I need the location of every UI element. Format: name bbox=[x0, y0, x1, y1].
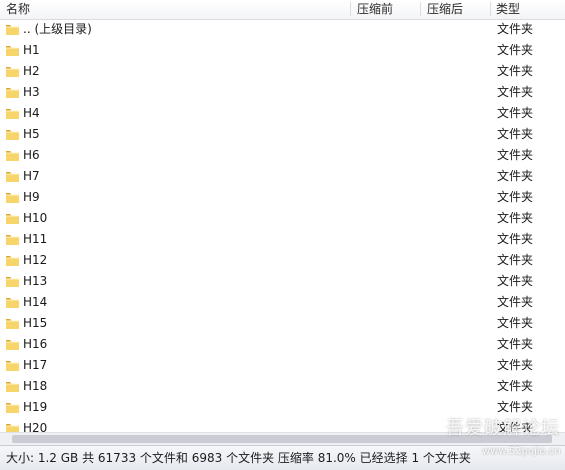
item-type: 文件夹 bbox=[497, 295, 534, 309]
list-item[interactable]: H2 文件夹 bbox=[0, 61, 565, 82]
item-type: 文件夹 bbox=[497, 274, 534, 288]
column-header: 名称 压缩前 压缩后 类型 bbox=[0, 0, 565, 20]
item-name: .. (上级目录) bbox=[23, 22, 92, 36]
column-divider[interactable] bbox=[420, 2, 421, 16]
item-name: H2 bbox=[23, 64, 40, 78]
folder-icon bbox=[5, 295, 20, 309]
item-type: 文件夹 bbox=[497, 358, 534, 372]
item-name: H15 bbox=[23, 316, 48, 330]
folder-icon bbox=[5, 232, 20, 246]
item-name: H18 bbox=[23, 379, 48, 393]
item-type: 文件夹 bbox=[497, 190, 534, 204]
item-name: H6 bbox=[23, 148, 40, 162]
folder-icon bbox=[5, 211, 20, 225]
list-item[interactable]: H6 文件夹 bbox=[0, 145, 565, 166]
item-type: 文件夹 bbox=[497, 85, 534, 99]
folder-icon bbox=[5, 379, 20, 393]
item-type: 文件夹 bbox=[497, 169, 534, 183]
item-name: H16 bbox=[23, 337, 48, 351]
list-item[interactable]: H19 文件夹 bbox=[0, 397, 565, 418]
item-name: H20 bbox=[23, 421, 48, 432]
item-type: 文件夹 bbox=[497, 43, 534, 57]
list-item[interactable]: H3 文件夹 bbox=[0, 82, 565, 103]
folder-icon bbox=[5, 190, 20, 204]
folder-icon bbox=[5, 43, 20, 57]
item-type: 文件夹 bbox=[497, 400, 534, 414]
item-name: H14 bbox=[23, 295, 48, 309]
item-type: 文件夹 bbox=[497, 253, 534, 267]
column-type-header[interactable]: 类型 bbox=[496, 2, 520, 17]
watermark-url: www.52pojie.cn bbox=[482, 446, 561, 457]
list-item[interactable]: H16 文件夹 bbox=[0, 334, 565, 355]
item-type: 文件夹 bbox=[497, 106, 534, 120]
folder-icon bbox=[5, 64, 20, 78]
item-name: H17 bbox=[23, 358, 48, 372]
item-name: H10 bbox=[23, 211, 48, 225]
list-item[interactable]: H4 文件夹 bbox=[0, 103, 565, 124]
folder-icon bbox=[5, 22, 20, 36]
item-type: 文件夹 bbox=[497, 64, 534, 78]
column-packed-header[interactable]: 压缩前 bbox=[357, 2, 393, 17]
column-divider[interactable] bbox=[350, 2, 351, 16]
folder-icon bbox=[5, 400, 20, 414]
folder-icon bbox=[5, 316, 20, 330]
column-divider[interactable] bbox=[490, 2, 491, 16]
item-type: 文件夹 bbox=[497, 337, 534, 351]
list-item[interactable]: H17 文件夹 bbox=[0, 355, 565, 376]
list-item[interactable]: H5 文件夹 bbox=[0, 124, 565, 145]
item-type: 文件夹 bbox=[497, 148, 534, 162]
item-name: H19 bbox=[23, 400, 48, 414]
item-type: 文件夹 bbox=[497, 211, 534, 225]
folder-icon bbox=[5, 169, 20, 183]
list-item[interactable]: H7 文件夹 bbox=[0, 166, 565, 187]
column-unpacked-header[interactable]: 压缩后 bbox=[427, 2, 463, 17]
folder-icon bbox=[5, 106, 20, 120]
file-list[interactable]: .. (上级目录) 文件夹 H1 文件夹 H2 文件夹 H3 文件夹 H4 文件夹 H5 文件夹 H6 文… bbox=[0, 19, 565, 432]
status-text: 大小: 1.2 GB 共 61733 个文件和 6983 个文件夹 压缩率 81… bbox=[6, 451, 471, 465]
item-name: H3 bbox=[23, 85, 40, 99]
list-item[interactable]: H12 文件夹 bbox=[0, 250, 565, 271]
list-item[interactable]: H18 文件夹 bbox=[0, 376, 565, 397]
item-name: H5 bbox=[23, 127, 40, 141]
watermark-logo: 吾爱破解论坛 bbox=[446, 418, 560, 439]
list-item[interactable]: H15 文件夹 bbox=[0, 313, 565, 334]
item-name: H7 bbox=[23, 169, 40, 183]
item-name: H13 bbox=[23, 274, 48, 288]
item-name: H9 bbox=[23, 190, 40, 204]
folder-icon bbox=[5, 421, 20, 432]
list-item[interactable]: H1 文件夹 bbox=[0, 40, 565, 61]
status-bar: 大小: 1.2 GB 共 61733 个文件和 6983 个文件夹 压缩率 81… bbox=[0, 445, 565, 470]
folder-icon bbox=[5, 127, 20, 141]
item-type: 文件夹 bbox=[497, 127, 534, 141]
list-item[interactable]: H11 文件夹 bbox=[0, 229, 565, 250]
item-type: 文件夹 bbox=[497, 22, 534, 36]
item-name: H11 bbox=[23, 232, 48, 246]
folder-icon bbox=[5, 337, 20, 351]
list-item[interactable]: H14 文件夹 bbox=[0, 292, 565, 313]
item-name: H1 bbox=[23, 43, 40, 57]
item-name: H4 bbox=[23, 106, 40, 120]
folder-icon bbox=[5, 148, 20, 162]
list-item[interactable]: H9 文件夹 bbox=[0, 187, 565, 208]
folder-icon bbox=[5, 253, 20, 267]
folder-icon bbox=[5, 85, 20, 99]
column-name-header[interactable]: 名称 bbox=[6, 2, 30, 17]
folder-icon bbox=[5, 358, 20, 372]
item-name: H12 bbox=[23, 253, 48, 267]
item-type: 文件夹 bbox=[497, 316, 534, 330]
item-type: 文件夹 bbox=[497, 232, 534, 246]
list-item[interactable]: H13 文件夹 bbox=[0, 271, 565, 292]
item-type: 文件夹 bbox=[497, 379, 534, 393]
folder-icon bbox=[5, 274, 20, 288]
list-item[interactable]: .. (上级目录) 文件夹 bbox=[0, 19, 565, 40]
list-item[interactable]: H10 文件夹 bbox=[0, 208, 565, 229]
